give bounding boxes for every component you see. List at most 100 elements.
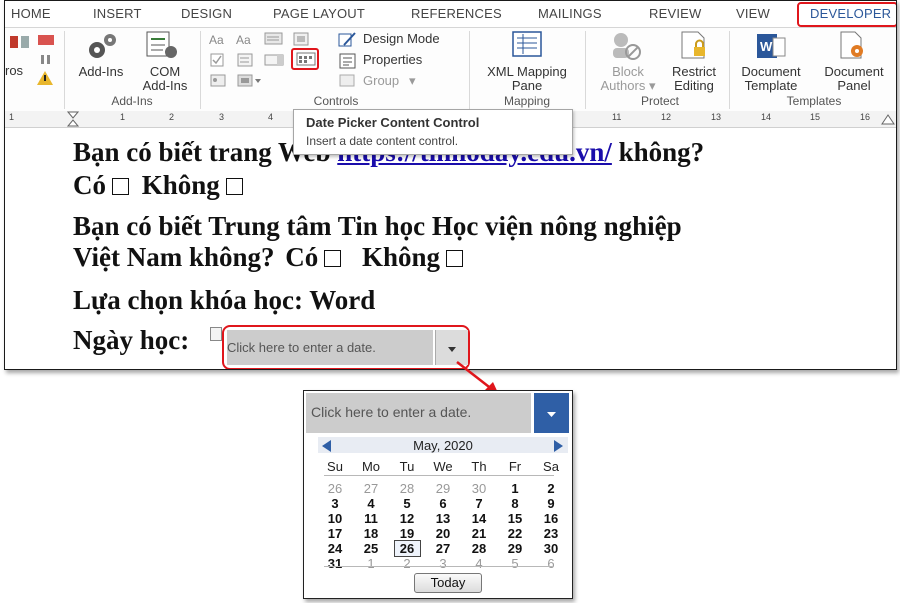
calendar-day[interactable]: 8 <box>500 496 530 511</box>
block-authors-button[interactable]: Block Authors ▾ <box>593 65 663 93</box>
date-picker-control-button[interactable] <box>291 48 319 70</box>
calendar-day[interactable]: 14 <box>464 511 494 526</box>
legacy-tools-icon[interactable] <box>236 73 264 94</box>
calendar-day[interactable]: 5 <box>392 496 422 511</box>
calendar-day[interactable]: 2 <box>392 556 422 571</box>
weekday-divider <box>324 475 554 476</box>
calendar-day[interactable]: 6 <box>536 556 566 571</box>
design-mode-button[interactable]: Design Mode <box>363 32 440 46</box>
calendar-day[interactable]: 30 <box>536 541 566 556</box>
calendar-day[interactable]: 19 <box>392 526 422 541</box>
com-addins-icon <box>145 30 179 65</box>
calendar-day[interactable]: 31 <box>320 556 350 571</box>
calendar-day[interactable]: 25 <box>356 541 386 556</box>
record-macro-icon[interactable] <box>37 34 57 53</box>
yes-checkbox[interactable] <box>324 250 342 267</box>
calendar-day[interactable]: 16 <box>536 511 566 526</box>
repeating-section-icon[interactable] <box>209 73 229 94</box>
calendar-day[interactable]: 15 <box>500 511 530 526</box>
today-button-label: Today <box>430 575 466 590</box>
tab-home[interactable]: HOME <box>11 6 51 21</box>
calendar-day[interactable]: 17 <box>320 526 350 541</box>
calendar-day[interactable]: 6 <box>428 496 458 511</box>
mapping-group-label: Mapping <box>503 94 551 108</box>
group-button[interactable]: Group <box>363 74 399 88</box>
calendar-day[interactable]: 10 <box>320 511 350 526</box>
tab-references[interactable]: REFERENCES <box>411 6 502 21</box>
calendar-day[interactable]: 7 <box>464 496 494 511</box>
macros-label-partial[interactable]: ros <box>5 64 23 78</box>
calendar-day[interactable]: 1 <box>356 556 386 571</box>
calendar-day[interactable]: 26 <box>320 481 350 496</box>
plain-text-control-icon[interactable]: Aa <box>236 32 258 51</box>
calendar-day[interactable]: 1 <box>500 481 530 496</box>
combo-box-icon[interactable] <box>236 52 256 73</box>
calendar-day[interactable]: 4 <box>356 496 386 511</box>
calendar-day[interactable]: 24 <box>320 541 350 556</box>
weekday-label: Th <box>471 459 487 474</box>
templates-group-label: Templates <box>786 94 842 108</box>
calendar-day[interactable]: 27 <box>428 541 458 556</box>
date-content-control-field[interactable]: Click here to enter a date. <box>227 330 433 365</box>
right-indent-marker-icon[interactable] <box>881 112 895 131</box>
calendar-day[interactable]: 5 <box>500 556 530 571</box>
calendar-day[interactable]: 9 <box>536 496 566 511</box>
calendar-day[interactable]: 28 <box>392 481 422 496</box>
tab-page-layout[interactable]: PAGE LAYOUT <box>273 6 365 21</box>
no-checkbox[interactable] <box>446 250 464 267</box>
calendar-day[interactable]: 2 <box>536 481 566 496</box>
calendar-day[interactable]: 29 <box>500 541 530 556</box>
date-picker-dropdown-button[interactable] <box>534 393 569 433</box>
pause-icon[interactable] <box>39 53 55 71</box>
xml-mapping-pane-button[interactable]: XML Mapping Pane <box>475 65 579 93</box>
calendar-day[interactable]: 13 <box>428 511 458 526</box>
date-picker-field[interactable]: Click here to enter a date. <box>306 393 531 433</box>
com-add-ins-button[interactable]: COM Add-Ins <box>133 65 197 93</box>
calendar-day[interactable]: 20 <box>428 526 458 541</box>
calendar-day[interactable]: 23 <box>536 526 566 541</box>
calendar-day[interactable]: 28 <box>464 541 494 556</box>
calendar-day[interactable]: 22 <box>500 526 530 541</box>
selected-day[interactable]: 26 <box>392 541 422 556</box>
calendar-day[interactable]: 30 <box>464 481 494 496</box>
tab-view[interactable]: VIEW <box>736 6 770 21</box>
tab-insert[interactable]: INSERT <box>93 6 142 21</box>
properties-button[interactable]: Properties <box>363 53 422 67</box>
rich-text-control-icon[interactable]: Aa <box>209 32 231 51</box>
protect-group-label: Protect <box>640 94 679 108</box>
add-ins-button[interactable]: Add-Ins <box>71 65 131 79</box>
calendar-day[interactable]: 11 <box>356 511 386 526</box>
calendar-day[interactable]: 4 <box>464 556 494 571</box>
question-2-line-2: Việt Nam không? Có Không <box>73 242 464 273</box>
calendar-day[interactable]: 12 <box>392 511 422 526</box>
restrict-editing-button[interactable]: Restrict Editing <box>661 65 727 93</box>
developer-ribbon: ros Add-Ins COM Add-Ins Add-Ins Aa Aa Des… <box>5 27 896 113</box>
document-template-button[interactable]: Document Template <box>733 65 809 93</box>
picture-control-icon[interactable] <box>264 31 284 52</box>
macros-icon <box>9 34 31 57</box>
today-button[interactable]: Today <box>414 573 482 593</box>
weekday-label: Tu <box>399 459 415 474</box>
checkbox-control-icon[interactable] <box>209 52 229 73</box>
macro-security-warning-icon[interactable] <box>36 70 54 91</box>
drop-down-list-icon[interactable] <box>264 52 286 73</box>
ribbon-tab-bar: HOME INSERT DESIGN PAGE LAYOUT REFERENCE… <box>5 1 896 27</box>
yes-checkbox[interactable] <box>112 178 129 195</box>
document-panel-button[interactable]: Document Panel <box>813 65 895 93</box>
calendar-day[interactable]: 3 <box>320 496 350 511</box>
calendar-icon <box>296 52 316 66</box>
calendar-day[interactable]: 3 <box>428 556 458 571</box>
calendar-day[interactable]: 29 <box>428 481 458 496</box>
calendar-day[interactable]: 21 <box>464 526 494 541</box>
tab-design[interactable]: DESIGN <box>181 6 232 21</box>
tab-review[interactable]: REVIEW <box>649 6 701 21</box>
calendar-day[interactable]: 18 <box>356 526 386 541</box>
tooltip-title: Date Picker Content Control <box>306 115 480 130</box>
content-control-handle[interactable] <box>210 327 222 341</box>
gear-icon <box>85 32 119 67</box>
no-checkbox[interactable] <box>225 178 243 195</box>
calendar-day[interactable]: 27 <box>356 481 386 496</box>
indent-marker-icon[interactable] <box>66 111 80 132</box>
tab-mailings[interactable]: MAILINGS <box>538 6 602 21</box>
next-month-icon[interactable] <box>554 440 563 452</box>
